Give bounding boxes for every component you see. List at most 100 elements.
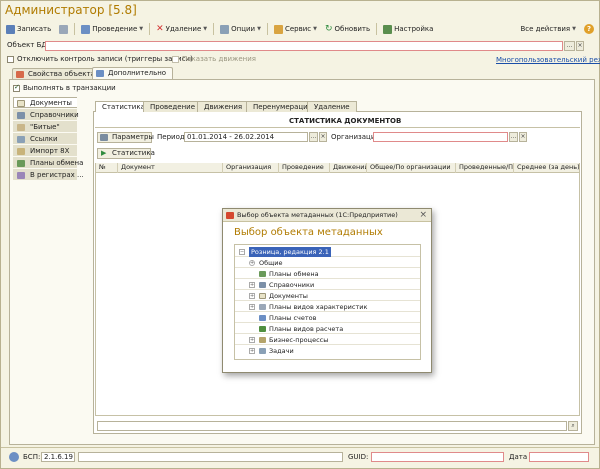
expand-icon[interactable]: +	[249, 337, 255, 343]
posting-menu[interactable]: Проведение ▼	[78, 22, 146, 36]
tree-node-business-processes[interactable]: + Бизнес-процессы	[235, 335, 420, 345]
multiuser-mode-link[interactable]: Многопользовательский режим	[496, 56, 600, 64]
refresh-button[interactable]: ↻ Обновить	[322, 22, 373, 36]
sidebar-item-catalogs[interactable]: Справочники	[13, 109, 79, 120]
column-header[interactable]: Проведенные/По	[456, 163, 514, 173]
expand-icon[interactable]: +	[249, 260, 255, 266]
tab-additional[interactable]: Дополнительно	[92, 67, 174, 79]
bsp-version-field: 2.1.6.19	[41, 452, 75, 462]
tree-node-label: Общие	[259, 259, 283, 267]
period-select-button[interactable]: ...	[309, 132, 318, 142]
heading-divider	[95, 127, 580, 128]
settings-label: Настройка	[394, 25, 434, 33]
params-icon	[100, 134, 108, 141]
grid-search-input[interactable]	[97, 421, 567, 431]
status-field	[78, 452, 343, 462]
tree-node-label: Документы	[269, 292, 308, 300]
object-db-clear-button[interactable]: ×	[576, 41, 584, 51]
object-db-select-button[interactable]: ...	[564, 41, 575, 51]
calculation-types-icon	[259, 326, 266, 332]
sidebar-item-exchange-plans[interactable]: Планы обмена	[13, 157, 83, 168]
expand-icon[interactable]: +	[249, 282, 255, 288]
show-movements-checkbox[interactable]: Показать движения	[172, 55, 256, 63]
sidebar-item-registers[interactable]: В регистрах ...	[13, 169, 84, 180]
org-input[interactable]	[373, 132, 508, 142]
options-icon	[220, 24, 230, 34]
collapse-icon[interactable]: −	[239, 249, 245, 255]
period-label: Период:	[157, 133, 188, 141]
metadata-tree[interactable]: − Розница, редакция 2.1 + Общие Планы об…	[234, 244, 421, 360]
tree-node-chart-of-accounts[interactable]: Планы счетов	[235, 313, 420, 323]
statusbar-divider	[1, 447, 599, 448]
date-field[interactable]	[529, 452, 589, 462]
column-header[interactable]: Движений	[330, 163, 367, 173]
settings-button[interactable]: Настройка	[380, 22, 436, 36]
chevron-down-icon: ▼	[313, 26, 317, 32]
tab-deletion[interactable]: Удаление	[307, 101, 357, 112]
tree-node-label: Планы видов расчета	[269, 325, 344, 333]
tree-node-tasks[interactable]: + Задачи	[235, 346, 420, 356]
period-input[interactable]: 01.01.2014 - 26.02.2014	[184, 132, 308, 142]
business-process-icon	[259, 337, 266, 343]
checkbox-box[interactable]	[13, 83, 20, 92]
column-header[interactable]: Организация	[223, 163, 279, 173]
checkbox-box[interactable]	[7, 55, 14, 63]
in-transaction-checkbox[interactable]: Выполнять в транзакции	[13, 83, 116, 92]
search-icon[interactable]: ⌕	[568, 421, 578, 431]
column-header[interactable]: Проведение	[279, 163, 330, 173]
guid-field[interactable]	[371, 452, 504, 462]
sidebar-item-links[interactable]: Ссылки	[13, 133, 77, 144]
params-button[interactable]: Параметры	[97, 132, 154, 143]
period-clear-button[interactable]: ×	[319, 132, 327, 142]
chevron-down-icon: ▼	[257, 26, 261, 32]
toolbar: Записать Проведение ▼ ✕ Удаление ▼ Опции…	[3, 21, 597, 37]
column-header[interactable]: №	[96, 163, 118, 173]
tree-node-root[interactable]: − Розница, редакция 2.1	[235, 247, 420, 257]
help-button[interactable]: ?	[581, 22, 597, 36]
tree-node-common[interactable]: + Общие	[235, 258, 420, 268]
options-menu[interactable]: Опции ▼	[217, 22, 264, 36]
grid-header: № Документ Организация Проведение Движен…	[96, 163, 579, 173]
tab-posting[interactable]: Проведение	[143, 101, 203, 112]
delete-menu[interactable]: ✕ Удаление ▼	[153, 22, 210, 36]
expand-icon[interactable]: +	[249, 348, 255, 354]
sidebar-item-import[interactable]: Импорт 8X	[13, 145, 77, 156]
catalog-icon	[17, 112, 25, 119]
save-button[interactable]: Записать	[3, 22, 54, 36]
tab-movements[interactable]: Движения	[197, 101, 250, 112]
service-menu[interactable]: Сервис ▼	[271, 22, 320, 36]
tree-node-characteristic-types[interactable]: + Планы видов характеристик	[235, 302, 420, 312]
org-clear-button[interactable]: ×	[519, 132, 527, 142]
close-icon[interactable]: ×	[419, 209, 427, 221]
tree-node-exchange-plans[interactable]: Планы обмена	[235, 269, 420, 279]
settings-icon	[383, 24, 393, 34]
tree-node-calculation-types[interactable]: Планы видов расчета	[235, 324, 420, 334]
copy-button[interactable]	[56, 22, 71, 36]
object-db-input[interactable]	[45, 41, 563, 51]
column-header[interactable]: Документ	[118, 163, 223, 173]
object-db-label: Объект БД:	[7, 41, 50, 49]
register-icon	[17, 172, 25, 179]
tree-node-documents[interactable]: + Документы	[235, 291, 420, 301]
column-header[interactable]: Общее/По организации	[367, 163, 456, 173]
tree-node-catalogs[interactable]: + Справочники	[235, 280, 420, 290]
expand-icon[interactable]: +	[249, 304, 255, 310]
checkbox-box[interactable]	[172, 55, 179, 63]
column-header[interactable]: Среднее (за день)	[514, 163, 579, 173]
statistics-button[interactable]: ▶ Статистика	[97, 148, 155, 159]
sidebar-item-documents[interactable]: Документы	[13, 97, 77, 108]
save-icon	[6, 24, 15, 34]
sidebar-item-label: Справочники	[30, 111, 79, 119]
tab-object-properties[interactable]: Свойства объекта	[12, 68, 102, 79]
dialog-titlebar[interactable]: Выбор объекта метаданных (1С:Предприятие…	[223, 209, 431, 222]
expand-icon[interactable]: +	[249, 293, 255, 299]
org-select-button[interactable]: ...	[509, 132, 518, 142]
disable-control-checkbox[interactable]: Отключить контроль записи (триггеры запи…	[7, 55, 193, 63]
tree-node-label: Бизнес-процессы	[269, 336, 329, 344]
save-label: Записать	[17, 25, 52, 33]
toolbar-separator	[74, 23, 76, 35]
all-actions-menu[interactable]: Все действия ▼	[517, 22, 579, 36]
sidebar-item-broken[interactable]: "Битые"	[13, 121, 77, 132]
exchange-icon	[259, 271, 266, 277]
info-icon	[9, 452, 19, 462]
